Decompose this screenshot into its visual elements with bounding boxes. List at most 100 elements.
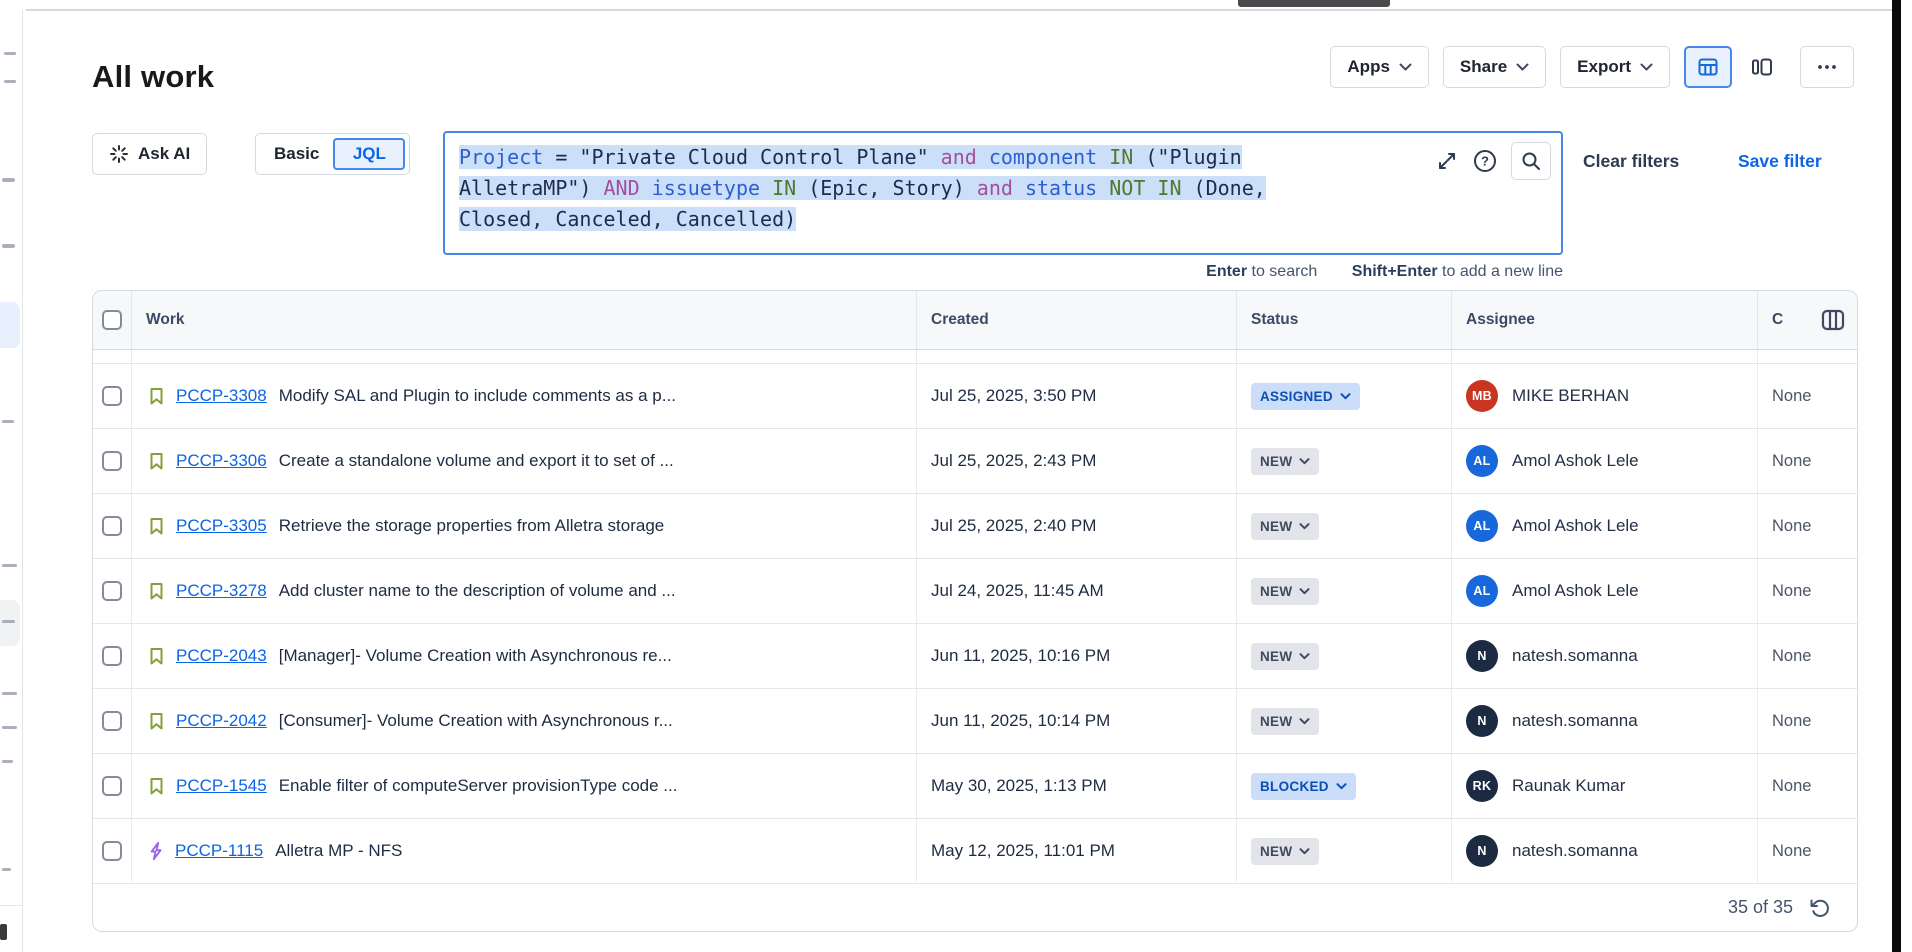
chevron-down-icon — [1336, 783, 1347, 790]
column-header-work[interactable]: Work — [131, 291, 916, 349]
issue-key-link[interactable]: PCCP-1115 — [175, 841, 263, 861]
row-select-cell — [93, 559, 131, 623]
work-items-table: Work Created Status Assignee C — [92, 290, 1858, 932]
issue-key-link[interactable]: PCCP-3306 — [176, 451, 267, 471]
avatar: N — [1466, 640, 1498, 672]
status-chip[interactable]: NEW — [1251, 708, 1319, 735]
apps-button[interactable]: Apps — [1330, 46, 1429, 88]
sidebar-fragment — [2, 692, 17, 695]
detail-view-button[interactable] — [1738, 46, 1786, 88]
issue-summary: Add cluster name to the description of v… — [279, 581, 676, 601]
column-header-status[interactable]: Status — [1236, 291, 1451, 349]
table-header-row: Work Created Status Assignee C — [93, 291, 1857, 350]
epic-icon — [146, 841, 166, 861]
row-checkbox[interactable] — [102, 711, 122, 731]
row-checkbox[interactable] — [102, 516, 122, 536]
assignee-cell: AL Amol Ashok Lele — [1451, 559, 1757, 623]
table-view-button[interactable] — [1684, 46, 1732, 88]
status-cell: NEW — [1236, 429, 1451, 493]
table-row[interactable]: PCCP-3308 Modify SAL and Plugin to inclu… — [93, 364, 1857, 429]
page-title: All work — [92, 59, 214, 95]
status-chip-label: NEW — [1260, 714, 1292, 729]
row-checkbox[interactable] — [102, 841, 122, 861]
status-chip[interactable]: NEW — [1251, 448, 1319, 475]
table-row[interactable]: PCCP-1545 Enable filter of computeServer… — [93, 754, 1857, 819]
column-header-created[interactable]: Created — [916, 291, 1236, 349]
issue-key-link[interactable]: PCCP-1545 — [176, 776, 267, 796]
issue-key-link[interactable]: PCCP-2042 — [176, 711, 267, 731]
window-top-divider — [26, 9, 1892, 11]
expand-diagonal-icon[interactable] — [1435, 149, 1459, 173]
sidebar-fragment — [2, 620, 15, 623]
table-row[interactable]: PCCP-3305 Retrieve the storage propertie… — [93, 494, 1857, 559]
collapsed-sidebar[interactable] — [0, 10, 23, 952]
category-cell: None — [1757, 429, 1857, 493]
issue-summary: Alletra MP - NFS — [275, 841, 402, 861]
row-select-cell — [93, 754, 131, 818]
column-settings-icon[interactable] — [1819, 306, 1847, 334]
assignee-cell: N natesh.somanna — [1451, 624, 1757, 688]
basic-mode-button[interactable]: Basic — [260, 144, 333, 164]
export-button[interactable]: Export — [1560, 46, 1670, 88]
assignee-cell: AL Amol Ashok Lele — [1451, 494, 1757, 558]
share-button[interactable]: Share — [1443, 46, 1546, 88]
table-row[interactable]: PCCP-2042 [Consumer]- Volume Creation wi… — [93, 689, 1857, 754]
shift-enter-key-hint: Shift+Enter — [1352, 263, 1438, 280]
work-cell: PCCP-1115 Alletra MP - NFS — [131, 819, 916, 883]
category-cell: None — [1757, 559, 1857, 623]
issue-summary: Retrieve the storage properties from All… — [279, 516, 665, 536]
assignee-cell: N natesh.somanna — [1451, 689, 1757, 753]
chevron-down-icon — [1299, 848, 1310, 855]
issue-summary: [Manager]- Volume Creation with Asynchro… — [279, 646, 672, 666]
row-checkbox[interactable] — [102, 776, 122, 796]
more-options-button[interactable] — [1800, 46, 1854, 88]
table-row[interactable]: PCCP-3306 Create a standalone volume and… — [93, 429, 1857, 494]
avatar: AL — [1466, 510, 1498, 542]
assignee-cell: AL Amol Ashok Lele — [1451, 429, 1757, 493]
issue-key-link[interactable]: PCCP-3308 — [176, 386, 267, 406]
issue-summary: Create a standalone volume and export it… — [279, 451, 674, 471]
jql-editor-tools: ? — [1435, 142, 1551, 180]
chevron-down-icon — [1640, 63, 1653, 71]
sidebar-fragment — [2, 178, 15, 182]
sidebar-fragment — [2, 868, 11, 871]
export-button-label: Export — [1577, 57, 1631, 77]
share-button-label: Share — [1460, 57, 1507, 77]
status-chip[interactable]: ASSIGNED — [1251, 383, 1360, 410]
status-chip-label: NEW — [1260, 454, 1292, 469]
status-chip[interactable]: NEW — [1251, 643, 1319, 670]
status-chip-label: NEW — [1260, 844, 1292, 859]
row-checkbox[interactable] — [102, 451, 122, 471]
save-filter-button[interactable]: Save filter — [1738, 151, 1822, 172]
ask-ai-button[interactable]: Ask AI — [92, 133, 207, 175]
issue-key-link[interactable]: PCCP-3278 — [176, 581, 267, 601]
status-chip[interactable]: NEW — [1251, 838, 1319, 865]
run-search-button[interactable] — [1511, 142, 1551, 180]
select-all-checkbox[interactable] — [102, 310, 122, 330]
question-circle-icon[interactable]: ? — [1472, 148, 1498, 174]
table-row[interactable]: PCCP-1115 Alletra MP - NFS May 12, 2025,… — [93, 819, 1857, 884]
status-chip[interactable]: NEW — [1251, 578, 1319, 605]
sidebar-selected-item[interactable] — [0, 302, 20, 348]
status-chip-label: NEW — [1260, 649, 1292, 664]
issue-key-link[interactable]: PCCP-3305 — [176, 516, 267, 536]
jql-mode-button[interactable]: JQL — [333, 138, 405, 170]
column-header-truncated-label[interactable]: C — [1772, 311, 1783, 329]
clear-filters-button[interactable]: Clear filters — [1583, 151, 1679, 172]
story-icon — [146, 776, 167, 797]
table-row[interactable]: PCCP-2043 [Manager]- Volume Creation wit… — [93, 624, 1857, 689]
row-checkbox[interactable] — [102, 386, 122, 406]
issue-key-link[interactable]: PCCP-2043 — [176, 646, 267, 666]
jql-editor[interactable]: Project = "Private Cloud Control Plane" … — [443, 131, 1563, 255]
sidebar-hover-item[interactable] — [0, 600, 20, 646]
status-chip[interactable]: BLOCKED — [1251, 773, 1356, 800]
created-cell: Jul 25, 2025, 2:40 PM — [916, 494, 1236, 558]
row-select-cell — [93, 624, 131, 688]
row-checkbox[interactable] — [102, 581, 122, 601]
row-checkbox[interactable] — [102, 646, 122, 666]
table-row[interactable]: PCCP-3278 Add cluster name to the descri… — [93, 559, 1857, 624]
status-chip[interactable]: NEW — [1251, 513, 1319, 540]
refresh-ccw-icon[interactable] — [1807, 896, 1831, 920]
column-header-assignee[interactable]: Assignee — [1451, 291, 1757, 349]
jql-editor-content: Project = "Private Cloud Control Plane" … — [459, 142, 1547, 235]
